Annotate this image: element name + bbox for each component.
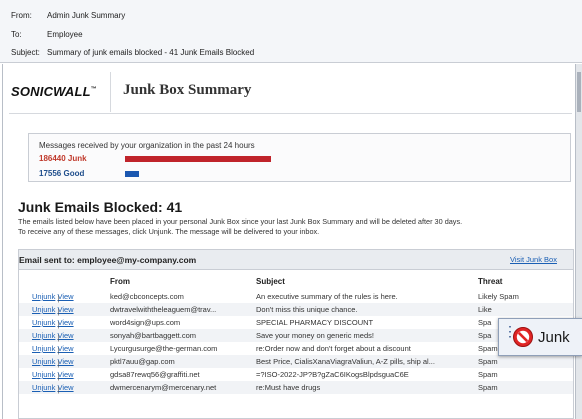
- row-actions: Unjunk | View: [32, 357, 74, 368]
- column-header-threat: Threat: [478, 277, 503, 286]
- row-actions: Unjunk | View: [32, 370, 74, 381]
- blocked-title: Junk Emails Blocked: 41: [18, 199, 183, 215]
- row-threat: Spa: [478, 318, 492, 327]
- description-line-2: To receive any of these messages, click …: [18, 227, 320, 236]
- row-actions: Unjunk | View: [32, 292, 74, 303]
- popup-label: Junk: [538, 329, 570, 346]
- unjunk-link[interactable]: Unjunk: [32, 357, 55, 366]
- email-header: From: Admin Junk Summary To: Employee Subj…: [0, 0, 582, 63]
- action-separator: |: [57, 385, 60, 394]
- unjunk-link[interactable]: Unjunk: [32, 318, 55, 327]
- row-threat: Likely Spam: [478, 292, 519, 301]
- view-link[interactable]: View: [57, 370, 73, 379]
- row-subject: Save your money on generic meds!: [256, 331, 374, 340]
- description-line-1: The emails listed below have been placed…: [18, 217, 463, 226]
- header-to-row: To: Employee: [11, 30, 83, 39]
- row-threat: Spam: [478, 370, 498, 379]
- row-threat: Spam: [478, 344, 498, 353]
- table-row: Unjunk | View word4sign@ups.com SPECIAL PH…: [19, 316, 573, 329]
- row-subject: =?ISO-2022-JP?B?gZaC6IKogsBlpdsguaC6E: [256, 370, 409, 379]
- row-actions: Unjunk | View: [32, 383, 74, 394]
- logo-trademark: ™: [90, 86, 97, 93]
- action-separator: |: [57, 307, 60, 316]
- subject-key: Subject:: [11, 48, 40, 57]
- good-count-bar: [125, 171, 139, 177]
- column-header-from: From: [110, 277, 130, 286]
- good-count-label: 17556 Good: [39, 169, 85, 178]
- row-actions: Unjunk | View: [32, 305, 74, 316]
- row-from: Lycurgusurge@the-german.com: [110, 344, 218, 353]
- row-actions: Unjunk | View: [32, 318, 74, 329]
- row-from: pktl7auu@gap.com: [110, 357, 175, 366]
- to-key: To:: [11, 30, 22, 39]
- visit-junk-box-link[interactable]: Visit Junk Box: [510, 255, 557, 264]
- action-separator: |: [57, 294, 60, 303]
- table-row: Unjunk | View sonyah@bartbaggett.com Save …: [19, 329, 573, 342]
- row-from: sonyah@bartbaggett.com: [110, 331, 196, 340]
- junk-popup[interactable]: ⋮ Junk: [498, 318, 582, 356]
- row-from: gdsa87rewq56@graffiti.net: [110, 370, 200, 379]
- unjunk-link[interactable]: Unjunk: [32, 344, 55, 353]
- junk-count-bar: [125, 156, 271, 162]
- vertical-scrollbar[interactable]: [576, 64, 582, 419]
- row-subject: An executive summary of the rules is her…: [256, 292, 398, 301]
- row-subject: Don't miss this unique chance.: [256, 305, 358, 314]
- view-link[interactable]: View: [57, 305, 73, 314]
- unjunk-link[interactable]: Unjunk: [32, 305, 55, 314]
- action-separator: |: [57, 346, 60, 355]
- sent-to-label: Email sent to: employee@my-company.com: [19, 255, 197, 265]
- unjunk-link[interactable]: Unjunk: [32, 331, 55, 340]
- to-value: Employee: [47, 30, 83, 39]
- row-subject: Best Price, CialisXanaViagraValiun, A-Z …: [256, 357, 435, 366]
- row-subject: SPECIAL PHARMACY DISCOUNT: [256, 318, 374, 327]
- sonicwall-logo: SONICWALL™: [11, 84, 97, 99]
- row-threat: Like: [478, 305, 492, 314]
- row-threat: Spam: [478, 357, 498, 366]
- unjunk-link[interactable]: Unjunk: [32, 292, 55, 301]
- action-separator: |: [57, 320, 60, 329]
- row-from: dwmercenarym@mercenary.net: [110, 383, 217, 392]
- action-separator: |: [57, 359, 60, 368]
- view-link[interactable]: View: [57, 318, 73, 327]
- logo-text: SONICWALL: [11, 84, 91, 99]
- action-separator: |: [57, 372, 60, 381]
- view-link[interactable]: View: [57, 292, 73, 301]
- view-link[interactable]: View: [57, 344, 73, 353]
- unjunk-link[interactable]: Unjunk: [32, 383, 55, 392]
- table-row: Unjunk | View dwmercenarym@mercenary.net r…: [19, 381, 573, 394]
- view-link[interactable]: View: [57, 383, 73, 392]
- row-threat: Spam: [478, 383, 498, 392]
- from-value: Admin Junk Summary: [47, 11, 126, 20]
- row-from: dwtravelwiththeleaguem@trav...: [110, 305, 217, 314]
- blocked-description: The emails listed below have been placed…: [18, 217, 574, 237]
- no-entry-icon: [513, 327, 533, 347]
- page-title: Junk Box Summary: [123, 82, 252, 98]
- row-subject: re:Must have drugs: [256, 383, 321, 392]
- scrollbar-thumb[interactable]: [577, 72, 581, 112]
- from-key: From:: [11, 11, 32, 20]
- view-link[interactable]: View: [57, 357, 73, 366]
- brand-divider: [110, 72, 111, 112]
- subject-value: Summary of junk emails blocked - 41 Junk…: [47, 48, 255, 57]
- table-row: Unjunk | View ked@cbconcepts.com An execut…: [19, 290, 573, 303]
- junk-count-label: 186440 Junk: [39, 154, 87, 163]
- table-row: Unjunk | View Lycurgusurge@the-german.com…: [19, 342, 573, 355]
- row-threat: Spa: [478, 331, 492, 340]
- row-actions: Unjunk | View: [32, 344, 74, 355]
- column-header-subject: Subject: [256, 277, 285, 286]
- action-separator: |: [57, 333, 60, 342]
- table-row: Unjunk | View pktl7auu@gap.com Best Price,…: [19, 355, 573, 368]
- row-actions: Unjunk | View: [32, 331, 74, 342]
- row-from: ked@cbconcepts.com: [110, 292, 184, 301]
- unjunk-link[interactable]: Unjunk: [32, 370, 55, 379]
- row-from: word4sign@ups.com: [110, 318, 181, 327]
- header-from-row: From: Admin Junk Summary: [11, 11, 125, 20]
- row-subject: re:Order now and don't forget about a di…: [256, 344, 411, 353]
- table-row: Unjunk | View dwtravelwiththeleaguem@trav…: [19, 303, 573, 316]
- view-link[interactable]: View: [57, 331, 73, 340]
- stats-title: Messages received by your organization i…: [39, 141, 255, 150]
- header-subject-row: Subject: Summary of junk emails blocked -…: [11, 48, 254, 57]
- table-row: Unjunk | View gdsa87rewq56@graffiti.net =?…: [19, 368, 573, 381]
